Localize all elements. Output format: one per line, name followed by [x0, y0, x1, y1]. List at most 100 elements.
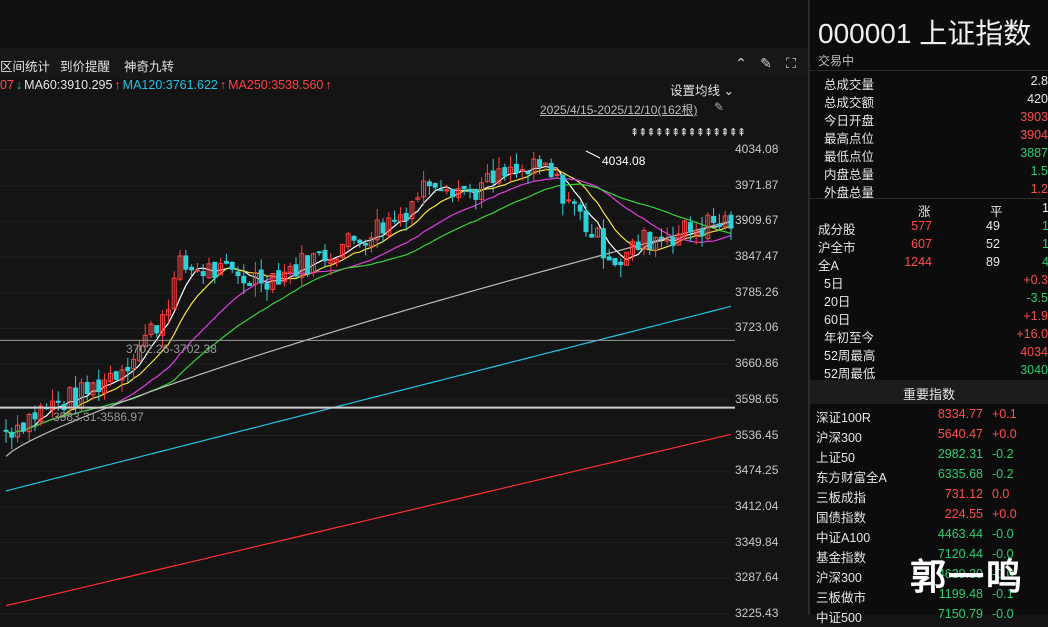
candle[interactable]	[635, 241, 641, 250]
breadth-down: 4	[1042, 255, 1048, 269]
stat-value: 3904	[1020, 128, 1048, 142]
candle[interactable]	[537, 159, 543, 167]
candle[interactable]	[728, 214, 734, 229]
candle[interactable]	[247, 282, 253, 286]
index-row[interactable]: 中证A100 4463.44 -0.0	[810, 527, 1048, 547]
candle[interactable]	[113, 371, 119, 380]
period-value: -3.5	[1026, 291, 1048, 305]
magic-nine-button[interactable]: 神奇九转	[124, 56, 174, 75]
period-row: 52周最高 4034	[810, 345, 1048, 363]
candle[interactable]	[711, 215, 717, 223]
candle[interactable]	[432, 183, 438, 188]
candle[interactable]	[183, 255, 189, 270]
candle[interactable]	[583, 210, 589, 233]
candle[interactable]	[426, 181, 432, 187]
period-label: 5日	[824, 277, 844, 291]
candle[interactable]	[125, 367, 131, 372]
candle[interactable]	[560, 174, 566, 204]
brush-icon[interactable]: ✎	[757, 54, 775, 72]
interval-stats-button[interactable]: 区间统计	[0, 56, 50, 75]
circle-up-icon[interactable]: ⌃	[732, 54, 750, 72]
candle[interactable]	[3, 429, 9, 432]
candle[interactable]	[241, 275, 247, 284]
breadth-flat: 89	[986, 255, 1000, 269]
candle[interactable]	[392, 219, 398, 222]
pin-icon[interactable]: ✎	[714, 100, 724, 114]
index-row[interactable]: 三板成指 731.12 0.0	[810, 487, 1048, 507]
candle[interactable]	[612, 258, 618, 266]
candlestick-chart[interactable]	[0, 96, 810, 615]
candle[interactable]	[223, 261, 229, 264]
candle[interactable]	[687, 222, 693, 233]
candle[interactable]	[258, 269, 264, 284]
candle[interactable]	[305, 255, 311, 275]
candle[interactable]	[525, 171, 531, 175]
candle[interactable]	[154, 325, 160, 334]
candle[interactable]	[589, 233, 595, 238]
breadth-up: 607	[911, 237, 932, 251]
candle[interactable]	[618, 261, 624, 266]
index-row[interactable]: 中证500 7150.79 -0.0	[810, 607, 1048, 627]
period-label: 52周最高	[824, 349, 876, 363]
candle[interactable]	[577, 204, 583, 212]
candle[interactable]	[571, 201, 577, 204]
candle[interactable]	[194, 269, 200, 272]
breadth-flat: 52	[986, 237, 1000, 251]
candle[interactable]	[20, 422, 26, 432]
candle[interactable]	[380, 222, 386, 234]
candle[interactable]	[264, 283, 270, 290]
candle[interactable]	[461, 185, 467, 190]
candle[interactable]	[9, 431, 15, 438]
candle[interactable]	[276, 270, 282, 285]
candle[interactable]	[84, 382, 90, 395]
candle[interactable]	[490, 170, 496, 183]
candle[interactable]	[235, 271, 241, 277]
candle[interactable]	[351, 235, 357, 241]
candle[interactable]	[716, 223, 722, 228]
candle[interactable]	[403, 212, 409, 221]
index-change: -0.0	[992, 527, 1014, 541]
price-alert-button[interactable]: 到价提醒	[60, 56, 110, 75]
breadth-flat-header: 平	[990, 205, 1003, 219]
candle[interactable]	[502, 167, 508, 177]
candle[interactable]	[55, 400, 61, 403]
candle[interactable]	[73, 387, 79, 408]
period-label: 年初至今	[824, 331, 875, 345]
candle[interactable]	[566, 199, 572, 202]
index-row[interactable]: 国债指数 224.55 +0.0	[810, 507, 1048, 527]
candle[interactable]	[438, 189, 444, 192]
candle[interactable]	[316, 251, 322, 254]
y-tick-label: 3971.87	[735, 177, 779, 192]
index-row[interactable]: 东方财富全A 6335.68 -0.2	[810, 467, 1048, 487]
y-tick-label: 3474.25	[735, 463, 779, 478]
candle[interactable]	[189, 266, 195, 271]
candle[interactable]	[450, 188, 456, 198]
candle[interactable]	[600, 228, 606, 259]
candle[interactable]	[606, 256, 612, 261]
candle[interactable]	[293, 264, 299, 277]
candle[interactable]	[96, 379, 102, 393]
breadth-up: 577	[911, 219, 932, 233]
candle[interactable]	[513, 163, 519, 174]
candle[interactable]	[229, 261, 235, 270]
candle[interactable]	[467, 188, 473, 193]
fullscreen-icon[interactable]: ⛶	[782, 54, 800, 72]
candle[interactable]	[200, 271, 206, 277]
candle[interactable]	[658, 236, 664, 239]
candle[interactable]	[357, 239, 363, 244]
candle[interactable]	[699, 228, 705, 237]
index-row[interactable]: 沪深300 5640.47 +0.0	[810, 427, 1048, 447]
index-change: +0.0	[992, 507, 1017, 521]
candle[interactable]	[670, 237, 676, 246]
candle[interactable]	[322, 250, 328, 262]
candle[interactable]	[32, 412, 38, 420]
candle[interactable]	[212, 261, 218, 278]
index-row[interactable]: 上证50 2982.31 -0.2	[810, 447, 1048, 467]
candle[interactable]	[473, 188, 479, 200]
breadth-row: 成分股 577 49 1	[810, 219, 1048, 237]
candle[interactable]	[647, 231, 653, 250]
candle[interactable]	[548, 162, 554, 178]
candle[interactable]	[363, 243, 369, 246]
index-row[interactable]: 深证100R 8334.77 +0.1	[810, 407, 1048, 427]
index-name: 国债指数	[816, 511, 867, 525]
